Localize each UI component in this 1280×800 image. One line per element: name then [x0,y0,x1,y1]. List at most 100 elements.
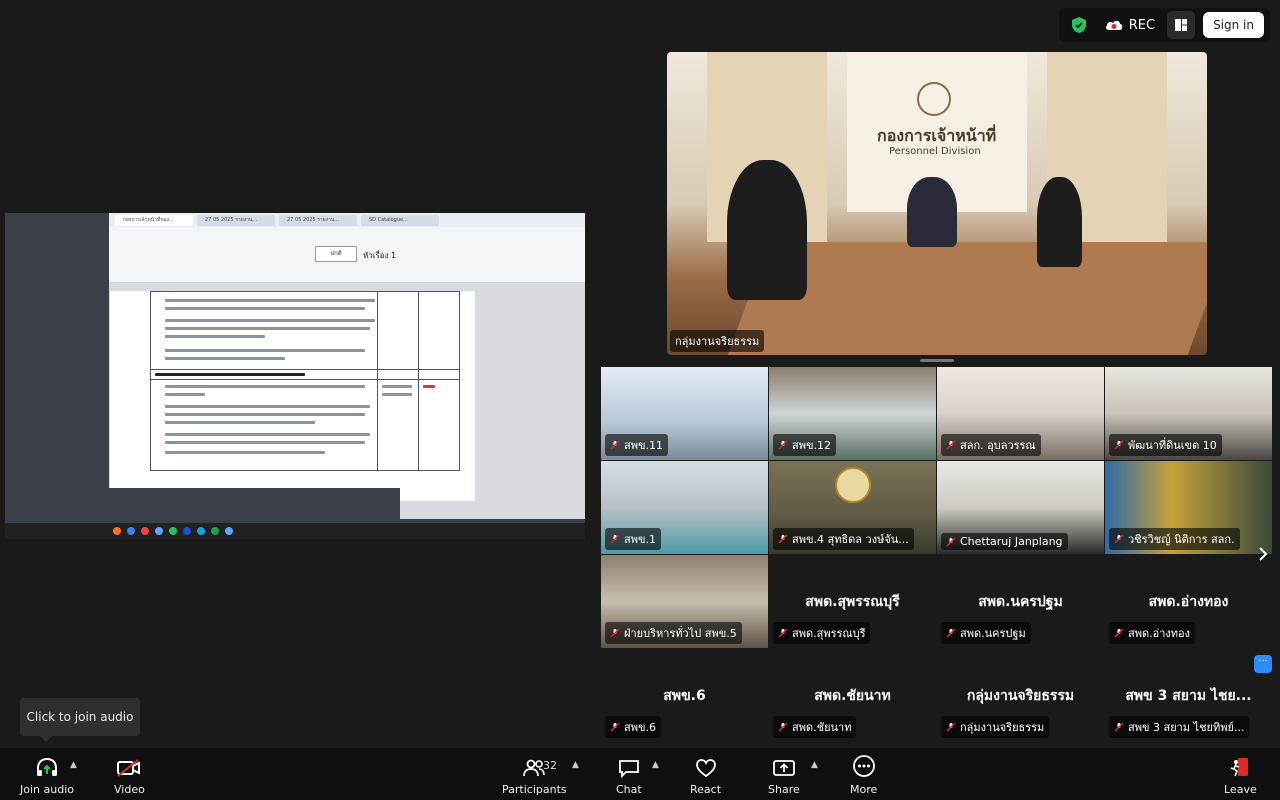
more-options-icon[interactable]: ··· [1254,655,1272,673]
participant-tile[interactable]: สพด.สุพรรณบุรี สพด.สุพรรณบุรี [769,555,936,648]
mic-muted-icon [778,440,788,450]
participant-tile[interactable]: สพข.1 [601,461,768,554]
browser-tab[interactable]: SD Catalogue... [361,214,439,226]
participants-count: 32 [543,759,557,772]
zoom-meeting-window: REC Sign in กองการเจ้าหน้าที่ของ... 27 0… [0,0,1280,800]
participant-name-tag: สพด.อ่างทอง [1109,622,1195,644]
browser-tab[interactable]: 27 05 2025 รายงาน... [279,214,357,226]
participant-display-name: สพด.ชัยนาท [814,688,891,704]
security-shield-icon[interactable] [1065,11,1093,39]
participant-display-name: สพข 3 สยาม ไชย... [1125,688,1252,704]
leave-button[interactable]: Leave [1224,754,1257,796]
react-button[interactable]: React [690,754,721,796]
speaker-name: กลุ่มงานจริยธรรม [675,335,760,348]
rec-label: REC [1128,17,1156,33]
mic-muted-icon [778,628,788,638]
more-icon [852,755,875,777]
chat-icon [618,760,639,778]
mic-muted-icon [610,440,620,450]
mic-muted-icon [778,722,788,732]
participant-tile[interactable]: สพด.อ่างทอง สพด.อ่างทอง [1105,555,1272,648]
participant-name-tag: กลุ่มงานจริยธรรม [941,716,1050,738]
top-status-bar: REC Sign in [1058,8,1270,42]
participant-display-name: สพด.อ่างทอง [1148,594,1229,610]
remote-bottom-panel [5,488,400,523]
mic-muted-icon [1114,628,1124,638]
mic-muted-icon [610,534,620,544]
participant-tile[interactable]: Chettaruj Janplang [937,461,1104,554]
participant-tile[interactable]: สพข.4 สุทธิดล วงษ์จัน... [769,461,936,554]
document-area [5,213,585,523]
participant-name-tag: สลก. อุบลวรรณ [941,434,1041,456]
mic-muted-icon [946,628,956,638]
recording-indicator[interactable]: REC [1093,18,1167,33]
document-page [110,291,475,501]
mic-muted-icon [778,534,788,544]
browser-tab[interactable]: กองการเจ้าหน้าที่ของ... [115,214,193,226]
participant-tile[interactable]: สพด.ชัยนาท สพด.ชัยนาท [769,649,936,742]
participant-name-tag: สพด.สุพรรณบุรี [773,622,871,644]
participant-name-tag: พัฒนาที่ดินเขต 10 [1109,434,1222,456]
participants-options-chevron-icon[interactable]: ▲ [572,760,579,770]
video-button[interactable]: Video [114,754,145,796]
chat-button[interactable]: Chat [616,754,642,796]
emblem-icon [917,82,951,116]
mic-muted-icon [610,628,620,638]
leave-door-icon [1231,758,1249,777]
mic-muted-icon [946,536,956,547]
participant-tile[interactable]: ฝ่ายบริหารทั่วไป สพข.5 [601,555,768,648]
participant-tile[interactable]: สพข.11 [601,367,768,460]
mic-muted-icon [1114,534,1124,544]
participant-figure [1037,177,1082,267]
participant-tile[interactable]: พัฒนาที่ดินเขต 10 [1105,367,1272,460]
mic-muted-icon [1114,440,1124,450]
join-audio-button[interactable]: Join audio [20,754,74,796]
remote-taskbar [5,523,585,539]
video-off-icon [117,759,141,777]
participant-figure [727,160,807,300]
participant-tile[interactable]: สพข.6 สพข.6 [601,649,768,742]
mic-muted-icon [1114,722,1124,732]
participant-display-name: สพด.นครปฐม [978,594,1063,610]
participant-tile[interactable]: สลก. อุบลวรรณ [937,367,1104,460]
participant-figure [907,177,957,247]
resize-handle[interactable] [920,359,954,362]
sign-in-button[interactable]: Sign in [1203,12,1264,38]
layout-icon [1175,19,1188,31]
style-normal[interactable]: ปกติ [315,246,357,262]
participant-name-tag: วชิรวิชญ์ นิติการ สลก. [1109,528,1240,550]
sign-english: Personnel Division [889,146,981,157]
participant-tile[interactable]: สพข 3 สยาม ไชย... สพข 3 สยาม ไชยทิพย์... [1105,649,1272,742]
participant-display-name: สพข.6 [663,688,706,704]
remote-left-panel [5,213,109,523]
headphones-icon [36,757,57,776]
active-speaker-video[interactable]: กองการเจ้าหน้าที่ Personnel Division กลุ… [667,52,1207,355]
participant-display-name: สพด.สุพรรณบุรี [805,594,900,610]
participant-name-tag: สพด.นครปฐม [941,622,1031,644]
cloud-record-icon [1105,20,1122,30]
participant-tile[interactable]: สพด.นครปฐม สพด.นครปฐม [937,555,1104,648]
participant-name-tag: สพข.6 [605,716,661,738]
participant-name-tag: สพข.12 [773,434,836,456]
participant-tile[interactable]: สพข.12 [769,367,936,460]
meeting-toolbar: Join audio ▲ Video Participants 32 ▲ Cha… [0,748,1280,800]
participant-tile[interactable]: วชิรวิชญ์ นิติการ สลก. [1105,461,1272,554]
browser-tab[interactable]: 27 05 2025 รายงาน... [197,214,275,226]
participant-name-tag: สพข.11 [605,434,668,456]
share-button[interactable]: Share [768,754,800,796]
participant-name-tag: Chettaruj Janplang [941,533,1068,550]
view-layout-button[interactable] [1167,11,1196,39]
share-options-chevron-icon[interactable]: ▲ [811,760,818,770]
next-page-chevron-icon[interactable] [1254,545,1272,563]
audio-options-chevron-icon[interactable]: ▲ [70,760,77,770]
participant-name-tag: สพข.4 สุทธิดล วงษ์จัน... [773,528,914,550]
mic-muted-icon [946,440,956,450]
chat-options-chevron-icon[interactable]: ▲ [652,760,659,770]
document-table [150,291,460,471]
style-heading[interactable]: หัวเรื่อง 1 [363,249,396,262]
more-button[interactable]: More [850,754,877,796]
share-screen-icon [772,760,795,776]
participant-display-name: กลุ่มงานจริยธรรม [966,688,1075,704]
participant-tile[interactable]: กลุ่มงานจริยธรรม กลุ่มงานจริยธรรม [937,649,1104,742]
shared-screen: กองการเจ้าหน้าที่ของ... 27 05 2025 รายงา… [5,213,585,539]
